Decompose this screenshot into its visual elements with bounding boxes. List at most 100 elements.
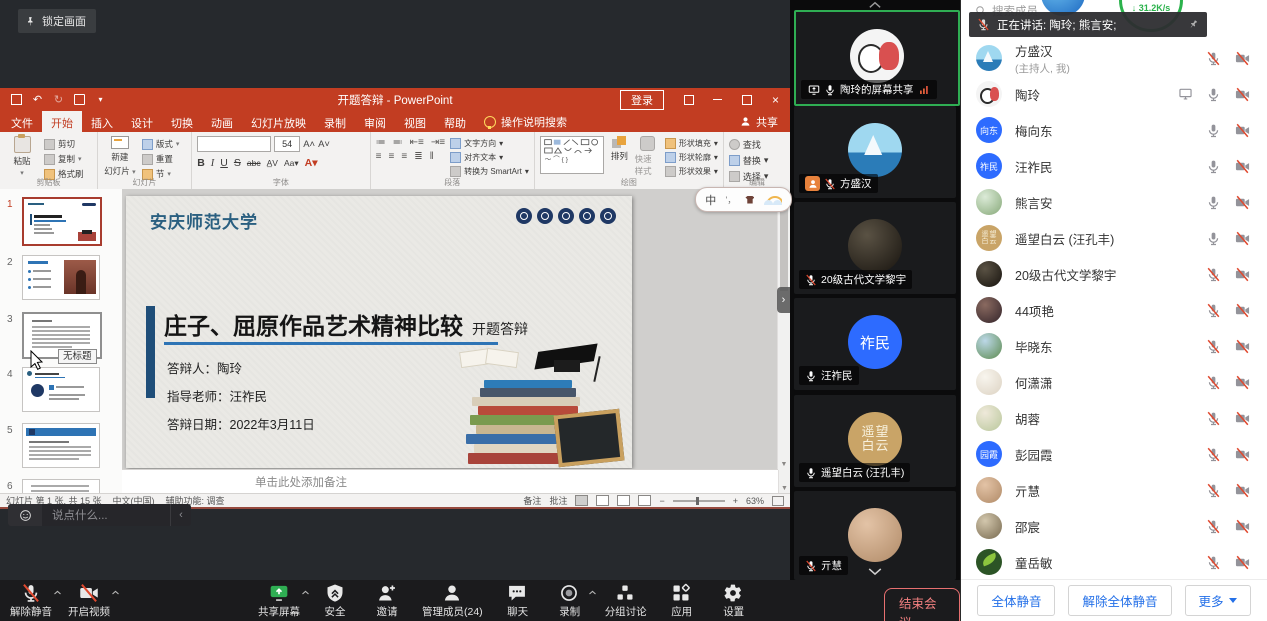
tab-帮助[interactable]: 帮助 <box>435 111 475 132</box>
mic-icon[interactable] <box>1206 231 1221 246</box>
camera-off-icon[interactable] <box>1234 375 1251 390</box>
smartart-button[interactable]: 转换为 SmartArt ▾ <box>450 166 529 177</box>
mic-icon[interactable] <box>1206 123 1221 138</box>
quick-styles-button[interactable]: 快速样式 <box>635 136 660 177</box>
arrange-button[interactable]: 排列 <box>609 136 629 177</box>
participant-row[interactable]: 亓慧 <box>961 472 1267 508</box>
shrink-font-icon[interactable]: A˅ <box>318 139 330 150</box>
bullets-icon[interactable]: ≔ <box>376 138 386 148</box>
video-tile-亓慧[interactable]: 亓慧 <box>794 491 956 580</box>
camera-off-icon[interactable] <box>1234 555 1251 570</box>
ime-toolbar[interactable]: 中 '， <box>695 187 792 212</box>
shield-button[interactable]: 安全 <box>318 583 352 619</box>
strikethrough-button[interactable]: S <box>234 157 241 169</box>
minimize-button[interactable] <box>703 88 732 111</box>
camera-off-icon[interactable] <box>1234 447 1251 462</box>
chevron-down-icon[interactable] <box>867 567 883 576</box>
more-button[interactable]: 更多 <box>1185 585 1251 616</box>
participant-row[interactable]: 20级古代文学黎宇 <box>961 256 1267 292</box>
pin-icon[interactable] <box>1186 17 1201 32</box>
camera-off-icon[interactable] <box>1234 159 1251 174</box>
participant-row[interactable]: 胡蓉 <box>961 400 1267 436</box>
participant-row[interactable]: 毕晓东 <box>961 328 1267 364</box>
cam-off-button[interactable]: 开启视频 <box>68 583 110 619</box>
font-size-box[interactable]: 54 <box>274 136 300 152</box>
tell-me-search[interactable]: 操作说明搜索 <box>475 111 576 132</box>
tab-插入[interactable]: 插入 <box>82 111 122 132</box>
camera-off-icon[interactable] <box>1234 231 1251 246</box>
camera-off-icon[interactable] <box>1234 123 1251 138</box>
emoji-icon[interactable] <box>8 504 42 526</box>
tab-文件[interactable]: 文件 <box>2 111 42 132</box>
muted-mic-icon[interactable] <box>1206 339 1221 354</box>
camera-off-icon[interactable] <box>1234 267 1251 282</box>
copy-button[interactable]: 复制 ▾ <box>44 153 84 165</box>
muted-mic-icon[interactable] <box>1206 519 1221 534</box>
columns-icon[interactable]: ‖ <box>430 152 434 162</box>
normal-view-icon[interactable] <box>575 495 588 506</box>
save-icon[interactable] <box>10 93 23 106</box>
shape-effects-button[interactable]: 形状效果 ▾ <box>665 166 718 177</box>
breakout-button[interactable]: 分组讨论 <box>605 583 647 619</box>
shapes-gallery[interactable]: 〜 ⌒ { } <box>540 136 604 174</box>
justify-icon[interactable]: ≣ <box>414 152 422 162</box>
ime-punctuation-icon[interactable]: '， <box>726 193 737 206</box>
zoom-slider[interactable] <box>673 500 725 502</box>
camera-off-icon[interactable] <box>1234 483 1251 498</box>
ppt-share-button[interactable]: 共享 <box>740 111 790 132</box>
muted-mic-icon[interactable] <box>1206 375 1221 390</box>
chevron-up-icon[interactable] <box>588 589 597 596</box>
tab-幻灯片放映[interactable]: 幻灯片放映 <box>242 111 315 132</box>
chevron-up-icon[interactable] <box>301 589 310 596</box>
camera-off-icon[interactable] <box>1234 195 1251 210</box>
participant-row[interactable]: 祚民汪祚民 <box>961 148 1267 184</box>
indent-left-icon[interactable]: ⇤≡ <box>410 138 424 148</box>
italic-button[interactable]: I <box>211 158 215 169</box>
ime-mode-label[interactable]: 中 <box>705 192 716 208</box>
camera-off-icon[interactable] <box>1234 303 1251 318</box>
text-direction-button[interactable]: 文字方向 ▾ <box>450 138 529 149</box>
tab-切换[interactable]: 切换 <box>162 111 202 132</box>
slideshow-icon[interactable] <box>638 495 651 506</box>
chat-quick-bar[interactable]: 说点什么... ‹ <box>8 504 191 526</box>
camera-off-icon[interactable] <box>1234 51 1251 66</box>
tab-审阅[interactable]: 审阅 <box>355 111 395 132</box>
video-tile-陶玲的屏幕共享[interactable]: 陶玲的屏幕共享 <box>794 10 960 106</box>
mic-muted-button[interactable]: 解除静音 <box>10 583 52 619</box>
find-button[interactable]: 查找 <box>729 138 769 151</box>
person-plus-button[interactable]: 邀请 <box>370 583 404 619</box>
shape-outline-button[interactable]: 形状轮廓 ▾ <box>665 152 718 163</box>
video-tile-20级古代文学黎宇[interactable]: 20级古代文学黎宇 <box>794 202 956 294</box>
replace-button[interactable]: 替换 ▾ <box>729 154 769 167</box>
unmute-all-button[interactable]: 解除全体静音 <box>1068 585 1171 616</box>
record-button[interactable]: 录制 <box>553 583 587 619</box>
participant-row[interactable]: 44项艳 <box>961 292 1267 328</box>
share-screen-button[interactable]: 共享屏幕 <box>258 583 300 619</box>
char-spacing-button[interactable]: A̲V <box>267 158 278 168</box>
muted-mic-icon[interactable] <box>1206 267 1221 282</box>
gear-button[interactable]: 设置 <box>717 583 751 619</box>
underline-button[interactable]: U <box>220 157 228 169</box>
muted-mic-icon[interactable] <box>1206 411 1221 426</box>
zoom-out-icon[interactable]: − <box>659 496 664 506</box>
mute-all-button[interactable]: 全体静音 <box>977 585 1055 616</box>
chat-button[interactable]: 聊天 <box>501 583 535 619</box>
slideshow-preview-icon[interactable] <box>73 93 86 106</box>
qat-more-icon[interactable]: ▾ <box>94 93 107 106</box>
fit-slide-icon[interactable] <box>772 496 784 506</box>
restore-button[interactable] <box>732 88 761 111</box>
grow-font-icon[interactable]: A˄ <box>303 139 315 150</box>
layout-button[interactable]: 版式 ▾ <box>142 138 180 150</box>
participant-row[interactable]: 邵宸 <box>961 508 1267 544</box>
video-tile-遥望白云 (汪孔丰)[interactable]: 遥望白云遥望白云 (汪孔丰) <box>794 395 956 487</box>
redo-icon[interactable]: ↻ <box>52 93 65 106</box>
change-case-button[interactable]: Aa▾ <box>284 158 299 169</box>
muted-mic-icon[interactable] <box>1206 483 1221 498</box>
camera-off-icon[interactable] <box>1234 87 1251 102</box>
muted-mic-icon[interactable] <box>1206 303 1221 318</box>
align-right-icon[interactable]: ≡ <box>401 152 407 162</box>
tab-开始[interactable]: 开始 <box>42 111 82 132</box>
mic-icon[interactable] <box>1206 159 1221 174</box>
person-button[interactable]: 管理成员(24) <box>422 583 483 619</box>
participant-row[interactable]: 向东梅向东 <box>961 112 1267 148</box>
